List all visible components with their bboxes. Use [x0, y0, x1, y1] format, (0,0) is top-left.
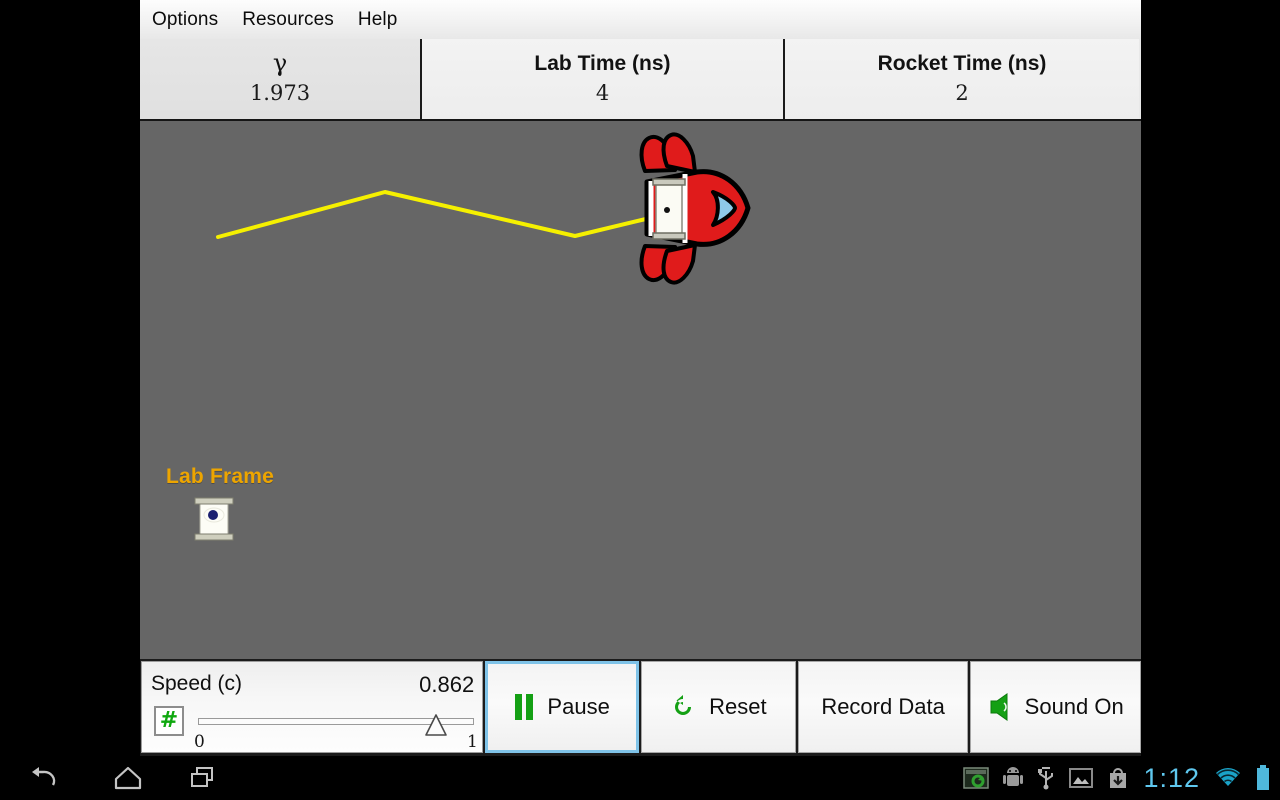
- speed-slider-max-tick: 1: [467, 732, 478, 752]
- pause-button-label: Pause: [547, 694, 610, 719]
- download-icon[interactable]: [1107, 766, 1129, 790]
- wifi-icon[interactable]: [1214, 767, 1242, 789]
- status-icon-tray: 1:12: [963, 756, 1280, 800]
- sound-toggle-button[interactable]: Sound On: [970, 661, 1142, 753]
- pause-button[interactable]: Pause: [485, 661, 640, 753]
- screenshot-icon[interactable]: [963, 767, 990, 789]
- speed-value: 0.862: [419, 672, 475, 697]
- simulation-app-window: Options Resources Help γ 1.973 Lab Time …: [140, 0, 1142, 756]
- menu-resources[interactable]: Resources: [242, 1, 334, 39]
- sound-toggle-button-label: Sound On: [1024, 694, 1124, 719]
- reset-button[interactable]: Reset: [641, 661, 796, 753]
- pause-icon: [514, 694, 534, 720]
- readout-gamma-label: γ: [272, 49, 288, 77]
- rocket-graphic[interactable]: [615, 126, 760, 291]
- readout-bar: γ 1.973 Lab Time (ns) 4 Rocket Time (ns)…: [140, 39, 1141, 121]
- lab-frame-light-clock: [194, 497, 234, 541]
- battery-icon[interactable]: [1256, 765, 1270, 791]
- readout-rocket-time: Rocket Time (ns) 2: [785, 39, 1139, 119]
- readout-rocket-time-value: 2: [955, 80, 969, 105]
- gallery-icon[interactable]: [1069, 767, 1094, 789]
- back-icon[interactable]: [14, 756, 70, 800]
- simulation-canvas[interactable]: Lab Frame: [140, 121, 1141, 659]
- record-data-button[interactable]: Record Data: [797, 661, 969, 753]
- recent-apps-icon[interactable]: [175, 756, 231, 800]
- record-data-button-label: Record Data: [821, 694, 945, 719]
- screen: Options Resources Help γ 1.973 Lab Time …: [0, 0, 1280, 800]
- lab-frame-label: Lab Frame: [166, 465, 274, 488]
- speaker-icon: [988, 693, 1012, 721]
- status-clock: 1:12: [1143, 762, 1200, 793]
- control-bar: Speed (c) 0.862 # 0 1 Pause Reset Record…: [140, 659, 1142, 756]
- readout-lab-time-label: Lab Time (ns): [534, 51, 671, 75]
- menu-bar: Options Resources Help: [140, 0, 1141, 40]
- android-navigation-bar: 1:12: [0, 756, 1280, 800]
- readout-gamma-value: 1.973: [249, 81, 311, 105]
- speed-label: Speed (c): [151, 672, 243, 695]
- home-icon[interactable]: [100, 756, 156, 800]
- reset-button-label: Reset: [709, 694, 767, 719]
- android-debug-icon[interactable]: [1003, 766, 1024, 790]
- keypad-icon[interactable]: #: [154, 706, 184, 736]
- speed-slider-min-tick: 0: [194, 732, 205, 752]
- lab-frame-group: Lab Frame: [166, 465, 274, 489]
- keypad-glyph: #: [159, 708, 179, 733]
- readout-gamma: γ 1.973: [140, 39, 422, 119]
- menu-help[interactable]: Help: [358, 1, 397, 39]
- speed-control-panel: Speed (c) 0.862 # 0 1: [141, 661, 484, 753]
- readout-lab-time: Lab Time (ns) 4: [422, 39, 785, 119]
- readout-lab-time-value: 4: [595, 80, 610, 105]
- usb-icon[interactable]: [1037, 766, 1055, 790]
- speed-slider[interactable]: [198, 714, 474, 736]
- reset-icon: [670, 694, 696, 720]
- readout-rocket-time-label: Rocket Time (ns): [877, 51, 1047, 75]
- menu-options[interactable]: Options: [152, 1, 218, 39]
